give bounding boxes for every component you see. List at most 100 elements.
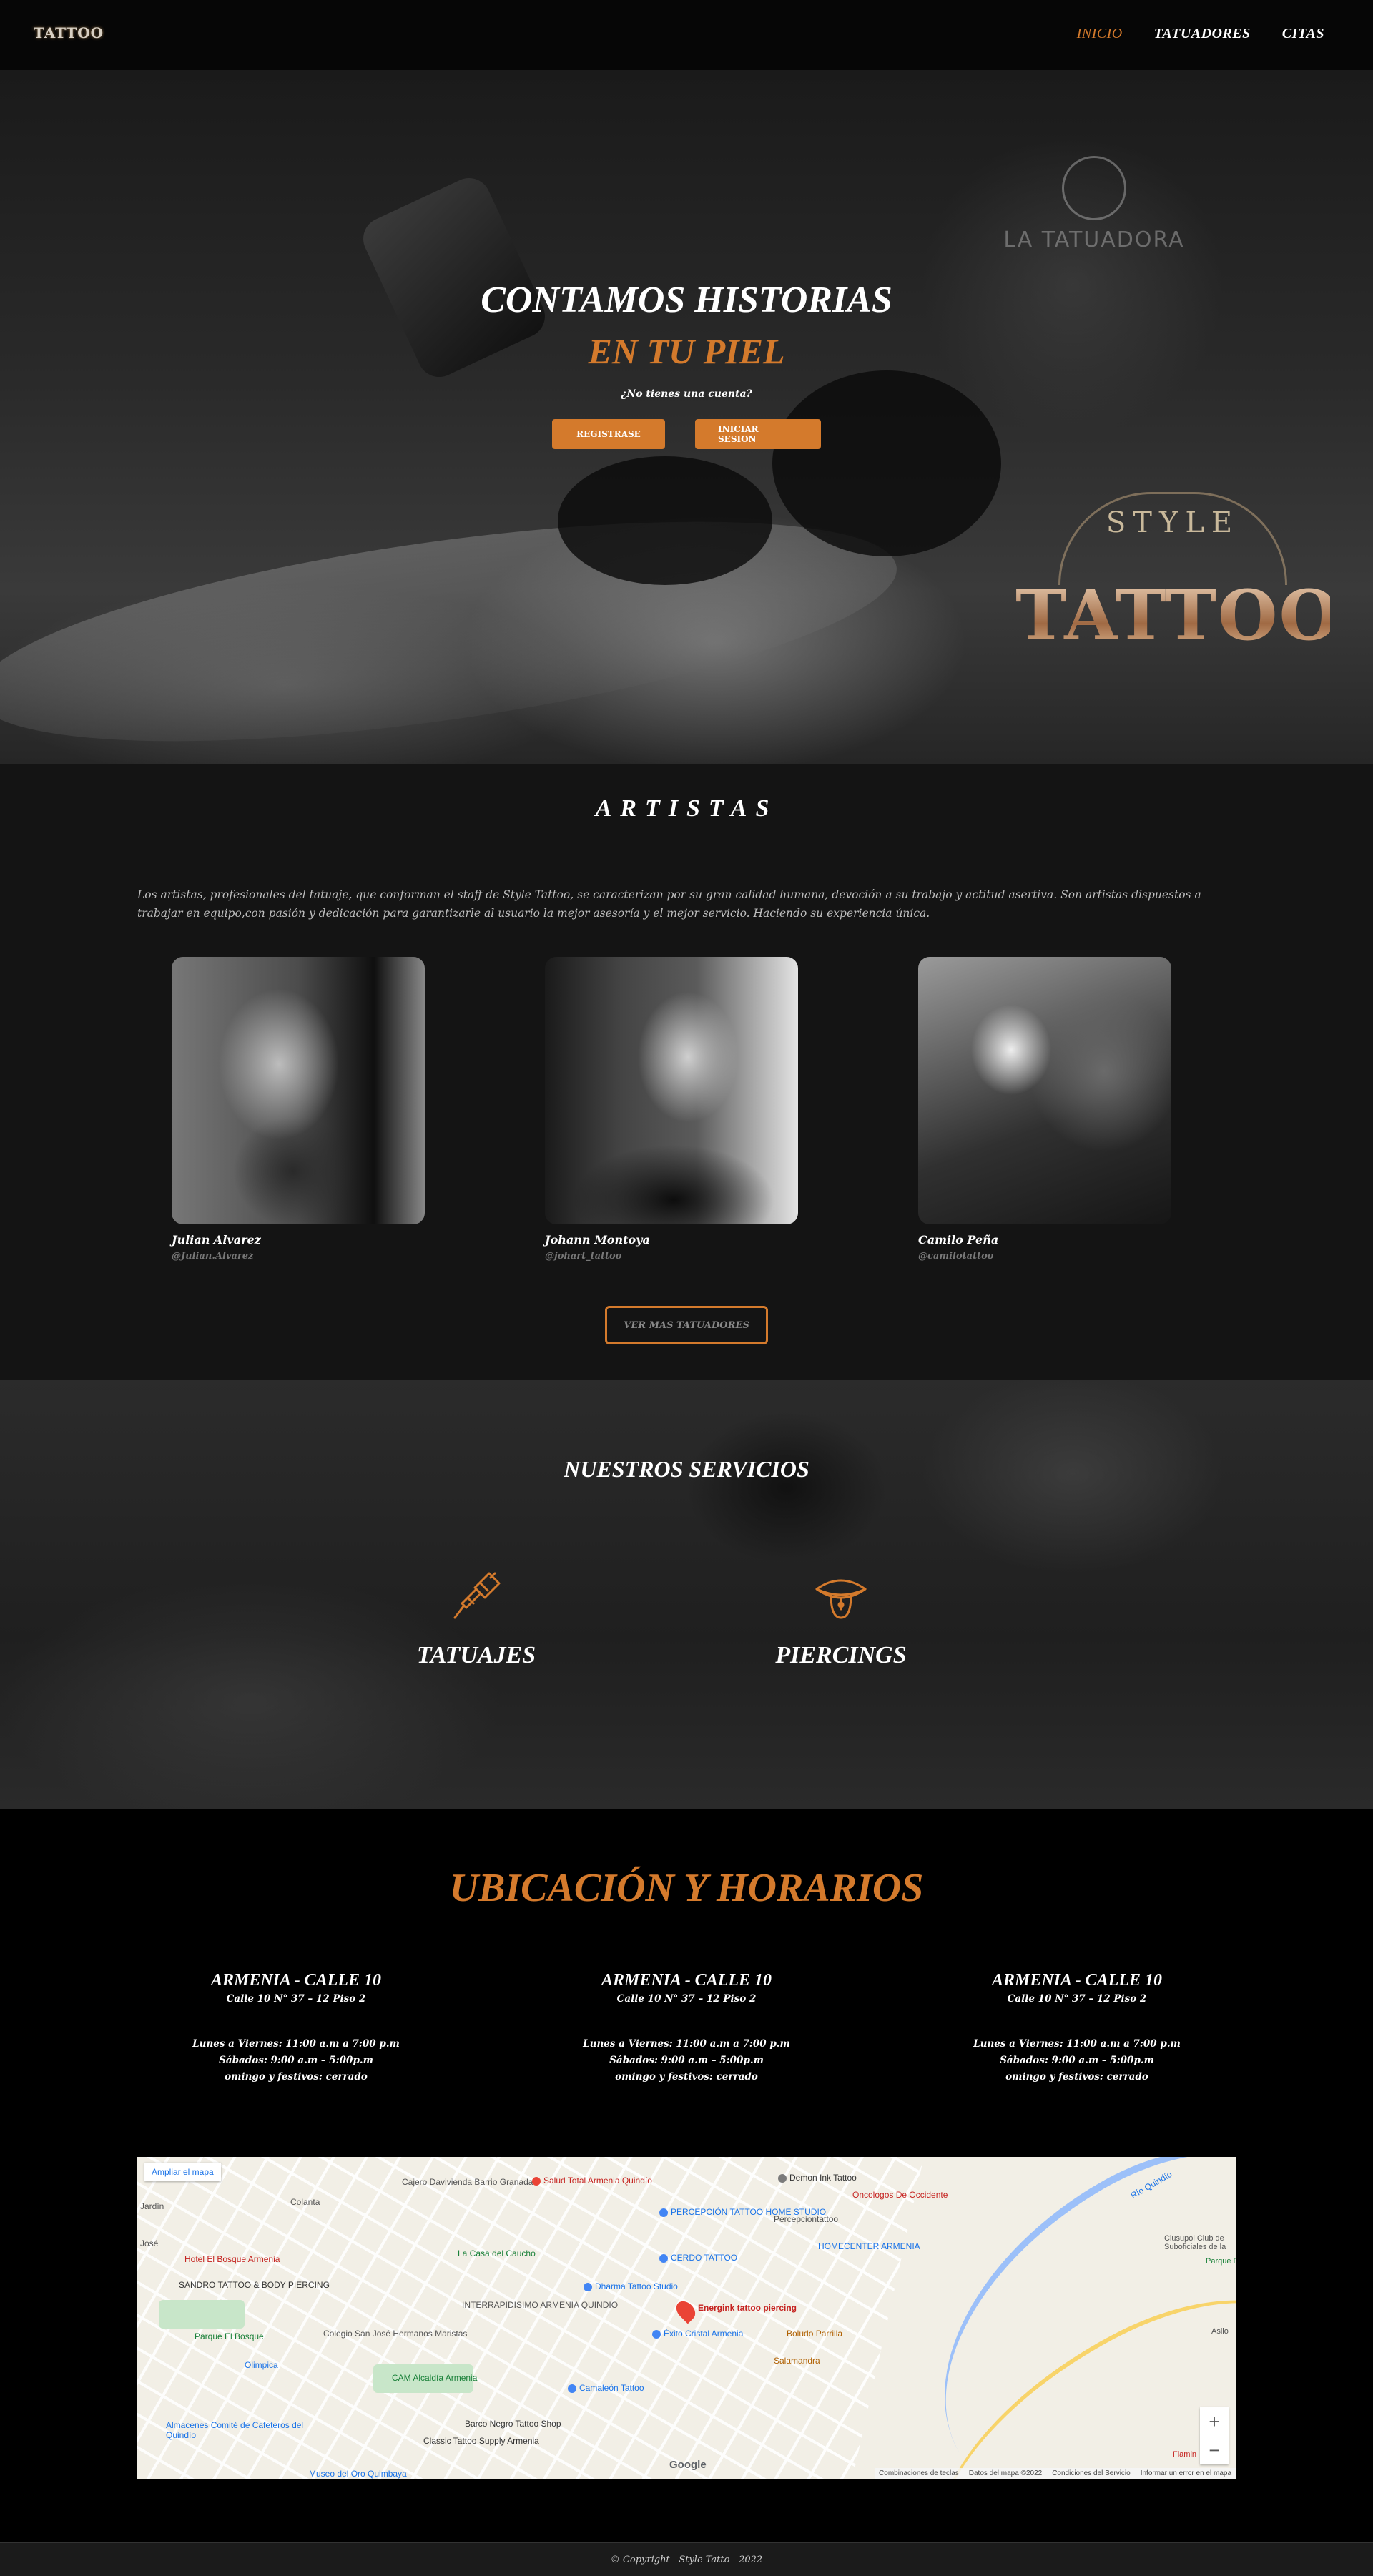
map-place[interactable]: Oncologos De Occidente [852, 2190, 948, 2200]
artist-photo[interactable] [545, 957, 798, 1224]
map-place[interactable]: Flamin [1173, 2450, 1196, 2459]
no-account-question: ¿No tienes una cuenta? [621, 388, 752, 400]
login-button[interactable]: INICIAR SESION [695, 419, 821, 449]
map-place[interactable]: Almacenes Comité de Cafeteros del Quindí… [166, 2420, 309, 2440]
map-place[interactable]: Olimpica [245, 2360, 278, 2370]
artist-handle: @johart_tattoo [545, 1251, 622, 1262]
see-more-artists-button[interactable]: VER MAS TATUADORES [605, 1306, 768, 1344]
google-map-embed[interactable]: Ampliar el mapa Cajero Davivienda Barrio… [137, 2157, 1236, 2479]
artist-handle: @camilotattoo [918, 1251, 994, 1262]
map-place[interactable]: Hotel El Bosque Armenia [184, 2254, 280, 2264]
map-place[interactable]: Percepciontattoo [774, 2214, 838, 2224]
hero-wall-sign: LA TATUADORA [1001, 156, 1187, 252]
map-zoom-controls: + − [1200, 2407, 1229, 2464]
hours-weekdays: Lunes a Viernes: 11:00 a.m a 7:00 p.m [583, 2038, 790, 2050]
location-address: Calle 10 N° 37 – 12 Piso 2 [226, 1993, 366, 2005]
map-place[interactable]: Clusupol Club de Suboficiales de la [1164, 2234, 1236, 2251]
sign-circle-logo-icon [1062, 156, 1126, 220]
hero-subtitle: EN TU PIEL [588, 331, 785, 371]
map-park-area [159, 2300, 245, 2329]
map-place[interactable]: INTERRAPIDISIMO ARMENIA QUINDIO [462, 2300, 618, 2310]
artist-photo[interactable] [918, 957, 1171, 1224]
service-label: TATUAJES [416, 1642, 536, 1668]
hours-sunday: omingo y festivos: cerrado [1005, 2071, 1148, 2083]
location-hours: Lunes a Viernes: 11:00 a.m a 7:00 p.m Sá… [146, 2036, 446, 2085]
zoom-out-button[interactable]: − [1209, 2439, 1219, 2462]
locations-title: UBICACIÓN Y HORARIOS [449, 1866, 924, 1910]
location-address: Calle 10 N° 37 – 12 Piso 2 [1007, 1993, 1147, 2005]
top-nav: TATTOO INICIO TATUADORES CITAS [0, 0, 1373, 70]
artist-card[interactable]: Camilo Peña @camilotattoo [918, 957, 1171, 1262]
map-place[interactable]: Salamandra [774, 2356, 820, 2366]
copyright-text: © Copyright - Style Tatto - 2022 [610, 2554, 763, 2565]
report-error-link[interactable]: Informar un error en el mapa [1141, 2469, 1231, 2477]
hours-saturday: Sábados: 9:00 a.m – 5:00p.m [219, 2055, 373, 2066]
map-place[interactable]: José [140, 2238, 158, 2248]
map-place[interactable]: Parque El Bosque [195, 2331, 264, 2341]
map-place[interactable]: CAM Alcaldía Armenia [392, 2373, 477, 2383]
register-button[interactable]: REGISTRASE [552, 419, 665, 449]
map-marker-label[interactable]: Energink tattoo piercing [698, 2303, 797, 2313]
location-block: ARMENIA - CALLE 10 Calle 10 N° 37 – 12 P… [536, 1971, 837, 2085]
tongue-piercing-icon [815, 1579, 867, 1619]
map-place[interactable]: Jardín [140, 2201, 164, 2211]
map-place[interactable]: Dharma Tattoo Studio [584, 2281, 678, 2291]
map-place[interactable]: Éxito Cristal Armenia [652, 2329, 743, 2339]
map-attribution-bar: Combinaciones de teclas Datos del mapa ©… [875, 2468, 1236, 2479]
artist-card[interactable]: Johann Montoya @johart_tattoo [545, 957, 798, 1262]
artist-card[interactable]: Julian Alvarez @Julian.Alvarez [172, 957, 425, 1262]
hero-title: CONTAMOS HISTORIAS [481, 280, 892, 320]
map-place[interactable]: Camaleón Tattoo [568, 2383, 644, 2393]
sign-text: LA TATUADORA [1003, 227, 1185, 252]
map-place[interactable]: La Casa del Caucho [458, 2248, 536, 2258]
nav-link-tatuadores[interactable]: TATUADORES [1154, 26, 1251, 42]
location-hours: Lunes a Viernes: 11:00 a.m a 7:00 p.m Sá… [536, 2036, 837, 2085]
artist-handle: @Julian.Alvarez [172, 1251, 254, 1262]
service-label: PIERCINGS [775, 1642, 907, 1668]
map-place[interactable]: Museo del Oro Quimbaya [309, 2469, 407, 2479]
hours-saturday: Sábados: 9:00 a.m – 5:00p.m [609, 2055, 764, 2066]
map-place[interactable]: Boludo Parrilla [787, 2329, 842, 2339]
location-block: ARMENIA - CALLE 10 Calle 10 N° 37 – 12 P… [146, 1971, 446, 2085]
map-place[interactable]: Classic Tattoo Supply Armenia [423, 2436, 559, 2446]
service-tatuajes[interactable]: TATUAJES [369, 1568, 584, 1669]
map-data-text: Datos del mapa ©2022 [968, 2469, 1043, 2477]
map-place[interactable]: Salud Total Armenia Quindío [532, 2176, 652, 2186]
site-logo[interactable]: TATTOO [34, 4, 103, 62]
google-logo: Google [669, 2459, 707, 2471]
main-menu: INICIO TATUADORES CITAS [1077, 26, 1324, 42]
tattoo-machine-icon [453, 1572, 501, 1619]
map-place[interactable]: CERDO TATTOO [659, 2253, 737, 2263]
artist-name: Camilo Peña [918, 1233, 999, 1247]
nav-link-inicio[interactable]: INICIO [1077, 26, 1123, 42]
artist-name: Julian Alvarez [172, 1233, 261, 1247]
map-place[interactable]: Colanta [290, 2197, 320, 2207]
artist-photo[interactable] [172, 957, 425, 1224]
map-place[interactable]: Barco Negro Tattoo Shop [465, 2419, 561, 2429]
brand-tattoo-text: TATTOO [1015, 575, 1341, 656]
map-place[interactable]: HOMECENTER ARMENIA [818, 2241, 920, 2251]
location-city: ARMENIA - CALLE 10 [601, 1971, 772, 1990]
enlarge-map-link[interactable]: Ampliar el mapa [144, 2163, 221, 2181]
location-city: ARMENIA - CALLE 10 [210, 1971, 382, 1990]
location-city: ARMENIA - CALLE 10 [991, 1971, 1163, 1990]
map-place[interactable]: Asilo [1211, 2327, 1229, 2336]
map-place[interactable]: Demon Ink Tattoo [778, 2173, 857, 2183]
map-place[interactable]: Cajero Davivienda Barrio Granada [402, 2177, 533, 2187]
map-place[interactable]: Parque Flora [1206, 2257, 1236, 2266]
hero-section: LA TATUADORA STYLE TATTOO CONTAMOS HISTO… [0, 70, 1373, 785]
terms-link[interactable]: Condiciones del Servicio [1052, 2469, 1131, 2477]
style-tattoo-brand-logo: STYLE TATTOO [1015, 492, 1341, 764]
artists-title: ARTISTAS [595, 795, 778, 822]
location-address: Calle 10 N° 37 – 12 Piso 2 [616, 1993, 757, 2005]
nav-link-citas[interactable]: CITAS [1282, 26, 1324, 42]
keyboard-shortcuts-link[interactable]: Combinaciones de teclas [879, 2469, 959, 2477]
service-piercings[interactable]: PIERCINGS [734, 1568, 948, 1669]
artists-description: Los artistas, profesionales del tatuaje,… [137, 888, 1201, 920]
map-place[interactable]: Colegio San José Hermanos Maristas [323, 2329, 467, 2339]
zoom-in-button[interactable]: + [1209, 2411, 1219, 2433]
map-place[interactable]: SANDRO TATTOO & BODY PIERCING [179, 2280, 330, 2290]
hours-saturday: Sábados: 9:00 a.m – 5:00p.m [1000, 2055, 1154, 2066]
artists-section: ARTISTAS Los artistas, profesionales del… [0, 764, 1373, 1380]
artist-name: Johann Montoya [545, 1233, 650, 1247]
